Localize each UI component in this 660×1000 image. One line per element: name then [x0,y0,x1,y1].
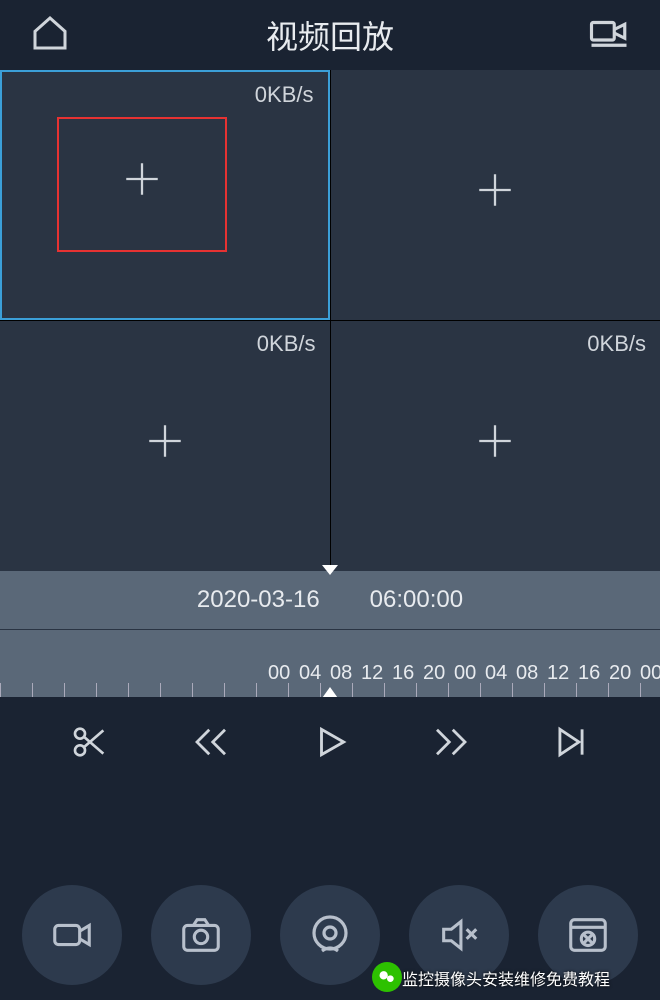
video-cell-2[interactable] [331,70,660,320]
playback-controls [0,697,660,792]
caption-text: 监控摄像头安装维修免费教程 [402,966,610,990]
cut-button[interactable] [70,722,110,767]
fast-forward-button[interactable] [430,721,472,768]
bitrate-label: 0KB/s [587,331,646,357]
rewind-button[interactable] [190,721,232,768]
snapshot-button[interactable] [151,885,251,985]
home-icon[interactable] [30,13,70,58]
add-icon[interactable] [144,420,186,473]
video-cell-3[interactable]: 0KB/s [0,321,330,571]
playhead-icon [320,687,340,697]
camera-mode-icon[interactable] [588,12,630,59]
add-icon[interactable] [474,420,516,473]
skip-end-button[interactable] [552,723,590,766]
bitrate-label: 0KB/s [257,331,316,357]
wechat-icon [372,962,402,992]
timeline-header[interactable]: 2020-03-16 06:00:00 [0,571,660,629]
video-cell-4[interactable]: 0KB/s [331,321,660,571]
play-button[interactable] [312,723,350,766]
focus-rectangle [57,117,227,252]
view-button[interactable] [280,885,380,985]
timeline-time: 06:00:00 [370,586,463,614]
add-icon[interactable] [474,169,516,222]
record-button[interactable] [22,885,122,985]
bitrate-label: 0KB/s [255,82,314,108]
timeline-ruler[interactable]: 0004081216200004081216200004 [0,629,660,697]
page-title: 视频回放 [266,12,394,58]
add-icon [121,158,163,211]
timeline-date: 2020-03-16 [197,586,320,614]
video-cell-1[interactable]: 0KB/s [0,70,330,320]
video-grid: 0KB/s 0KB/s 0KB/s [0,70,660,571]
